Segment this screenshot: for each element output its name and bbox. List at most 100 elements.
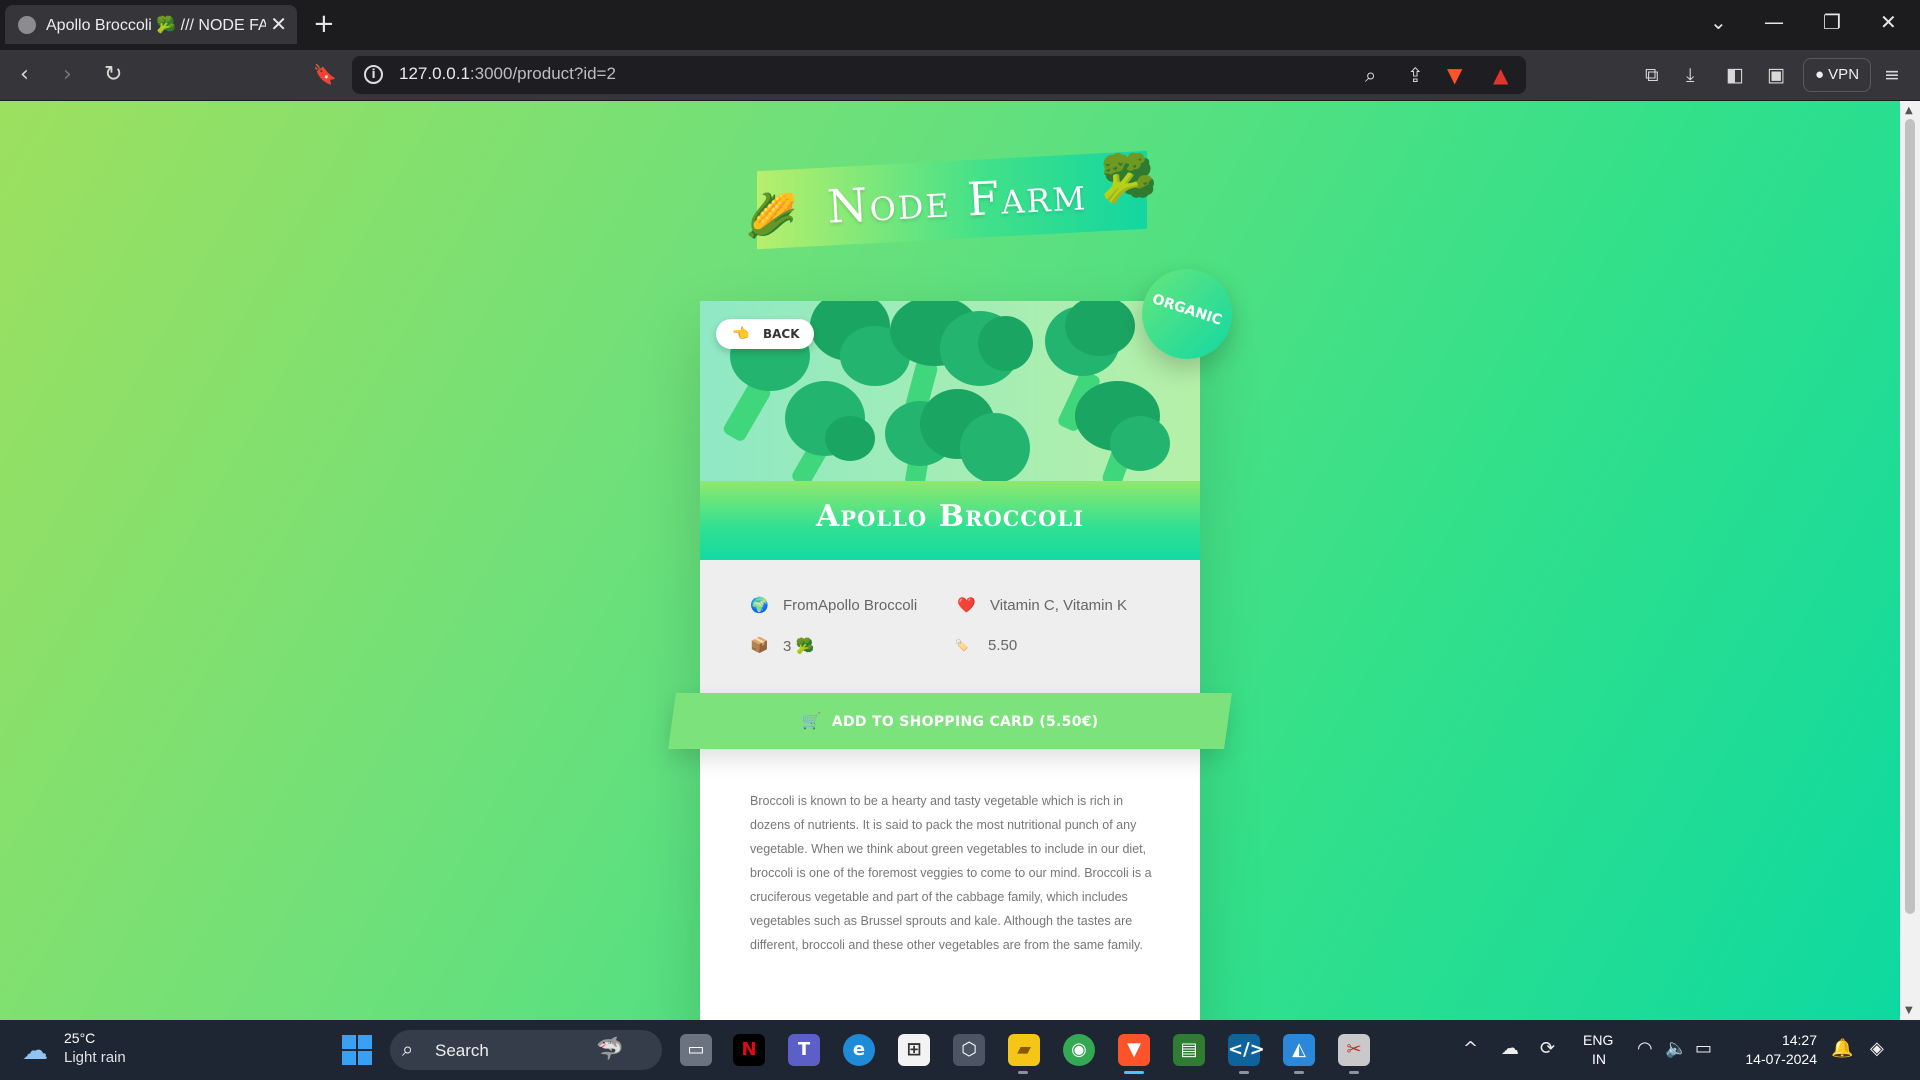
clock-time[interactable]: 14:27 <box>1741 1032 1817 1048</box>
price-text: 5.50 <box>988 637 1018 654</box>
bookmark-icon[interactable]: 🔖 <box>313 62 337 88</box>
restore-button[interactable]: ❐ <box>1823 10 1841 34</box>
quantity-text: 3 🥦 <box>783 638 815 655</box>
running-indicator <box>1239 1071 1249 1074</box>
running-indicator <box>1349 1071 1359 1074</box>
file-explorer-icon[interactable]: ▰ <box>1008 1034 1040 1066</box>
chrome-icon[interactable]: ◉ <box>1063 1034 1095 1066</box>
brave-icon[interactable]: ▼ <box>1118 1034 1150 1066</box>
add-to-cart-label: ADD TO SHOPPING CARD (5.50€) <box>831 714 1099 730</box>
tab-title: Apollo Broccoli 🥦 /// NODE FARM <box>46 17 266 34</box>
organic-badge: ORGANIC <box>1142 269 1232 359</box>
broccoli-floret <box>1065 301 1135 356</box>
product-card: 👈 BACK Apollo Broccoli 🌍 FromApollo Broc… <box>700 301 1200 1020</box>
scroll-down-icon[interactable]: ▼ <box>1905 1005 1913 1016</box>
add-to-cart-content: 🛒 ADD TO SHOPPING CARD (5.50€) <box>672 711 1228 730</box>
pointing-hand-icon: 👈 <box>732 326 750 342</box>
tab-list-chevron-icon[interactable]: ⌄ <box>1710 10 1727 34</box>
wallet-icon[interactable]: ▣ <box>1767 62 1785 88</box>
sync-icon[interactable]: ⟳ <box>1540 1038 1555 1059</box>
shark-decoration-icon: 🦈 <box>596 1037 624 1062</box>
origin-text: FromApollo Broccoli <box>783 597 918 614</box>
onedrive-icon[interactable]: ☁ <box>1501 1038 1519 1059</box>
language-code[interactable]: ENG <box>1583 1032 1613 1048</box>
netflix-icon[interactable]: N <box>733 1034 765 1066</box>
snipping-tool-icon[interactable]: ✂ <box>1338 1034 1370 1066</box>
battery-icon[interactable]: ▭ <box>1695 1038 1712 1059</box>
back-button[interactable]: 👈 BACK <box>716 319 814 349</box>
task-view-icon[interactable]: ▭ <box>680 1034 712 1066</box>
package-icon: 📦 <box>750 637 769 654</box>
browser-toolbar: ‹ › ↻ 🔖 i 127.0.0.1:3000/product?id=2 ⌕ … <box>0 50 1920 100</box>
notification-bell-icon[interactable]: 🔔 <box>1831 1038 1853 1059</box>
browser-tab-active[interactable]: Apollo Broccoli 🥦 /// NODE FARM ✕ <box>5 5 297 44</box>
unity-icon[interactable]: ⬡ <box>953 1034 985 1066</box>
sidebar-icon[interactable]: ◧ <box>1726 62 1744 88</box>
edge-icon[interactable]: e <box>843 1034 875 1066</box>
brave-shield-icon[interactable]: ▼ <box>1447 63 1462 87</box>
microsoft-store-icon[interactable]: ⊞ <box>898 1034 930 1066</box>
share-icon[interactable]: ⇪ <box>1407 63 1424 87</box>
reload-icon[interactable]: ↻ <box>104 62 122 88</box>
broccoli-icon: 🥦 <box>1100 151 1158 205</box>
browser-tab-bar: Apollo Broccoli 🥦 /// NODE FARM ✕ + ⌄ — … <box>0 0 1920 50</box>
weather-temperature: 25°C <box>64 1030 96 1046</box>
brave-rewards-icon[interactable]: ▲ <box>1493 63 1508 87</box>
teams-icon[interactable]: T <box>788 1034 820 1066</box>
extensions-icon[interactable]: ⧉ <box>1645 62 1659 88</box>
downloads-icon[interactable]: ⤓ <box>1686 62 1694 88</box>
volume-icon[interactable]: 🔈 <box>1665 1038 1687 1059</box>
close-window-button[interactable]: ✕ <box>1880 10 1897 34</box>
cart-icon: 🛒 <box>801 711 822 730</box>
forward-arrow-icon[interactable]: › <box>63 62 72 88</box>
copilot-icon[interactable]: ◈ <box>1870 1038 1884 1059</box>
wifi-icon[interactable]: ◠ <box>1637 1038 1653 1059</box>
globe-icon <box>18 16 36 34</box>
product-image: 👈 BACK <box>700 301 1200 481</box>
address-bar[interactable]: i 127.0.0.1:3000/product?id=2 ⌕ ⇪ ▼ ▲ <box>352 56 1526 94</box>
organic-label: ORGANIC <box>1150 291 1224 329</box>
page-scrollbar[interactable]: ▲ ▼ <box>1900 101 1920 1020</box>
new-tab-button[interactable]: + <box>313 9 335 39</box>
broccoli-floret <box>978 316 1033 371</box>
product-description: Broccoli is known to be a hearty and tas… <box>750 794 1152 952</box>
close-tab-icon[interactable]: ✕ <box>270 12 287 36</box>
weather-condition: Light rain <box>64 1049 126 1066</box>
photos-icon[interactable]: ◭ <box>1283 1034 1315 1066</box>
price-tag-icon: 🏷️ <box>955 640 969 652</box>
taskbar-search[interactable]: ⌕ Search 🦈 <box>390 1030 662 1070</box>
language-region[interactable]: IN <box>1592 1051 1606 1067</box>
scroll-up-icon[interactable]: ▲ <box>1905 105 1913 116</box>
scrollbar-thumb[interactable] <box>1905 119 1915 914</box>
back-arrow-icon[interactable]: ‹ <box>20 62 29 88</box>
back-label: BACK <box>763 327 800 341</box>
product-name-band: Apollo Broccoli <box>700 481 1200 560</box>
corn-icon: 🌽 <box>745 191 798 240</box>
clock-date[interactable]: 14-07-2024 <box>1731 1051 1817 1067</box>
page-viewport: 🌽 Node Farm 🥦 👈 BACK Apollo Broccoli 🌍 F… <box>0 101 1900 1020</box>
product-name: Apollo Broccoli <box>815 499 1085 534</box>
url-path: :3000/product?id=2 <box>469 64 616 83</box>
menu-icon[interactable]: ≡ <box>1884 62 1900 88</box>
search-icon: ⌕ <box>402 1037 414 1061</box>
add-to-cart-button[interactable]: 🛒 ADD TO SHOPPING CARD (5.50€) <box>668 693 1232 749</box>
globe-icon: 🌍 <box>750 597 769 614</box>
zoom-icon[interactable]: ⌕ <box>1365 63 1376 87</box>
url-text[interactable]: 127.0.0.1:3000/product?id=2 <box>399 64 616 84</box>
minimize-button[interactable]: — <box>1764 10 1784 34</box>
start-button[interactable] <box>342 1035 372 1065</box>
search-label: Search <box>435 1041 489 1060</box>
chevron-up-icon[interactable]: ^ <box>1463 1038 1478 1059</box>
site-info-icon[interactable]: i <box>364 65 383 84</box>
node-farm-logo[interactable]: 🌽 Node Farm 🥦 <box>745 150 1158 271</box>
running-indicator <box>1018 1071 1028 1074</box>
running-indicator <box>1294 1071 1304 1074</box>
url-host: 127.0.0.1 <box>399 64 470 83</box>
spreadsheet-app-icon[interactable]: ▤ <box>1173 1034 1205 1066</box>
broccoli-floret <box>1110 416 1170 471</box>
windows-taskbar: ☁ 25°C Light rain ⌕ Search 🦈 ▭ N T e ⊞ ⬡… <box>0 1020 1920 1080</box>
vscode-icon[interactable]: </> <box>1228 1034 1265 1066</box>
vpn-button[interactable]: ● VPN <box>1803 58 1871 92</box>
broccoli-floret <box>825 416 875 461</box>
product-details: 🌍 FromApollo Broccoli ❤️ Vitamin C, Vita… <box>700 560 1200 711</box>
